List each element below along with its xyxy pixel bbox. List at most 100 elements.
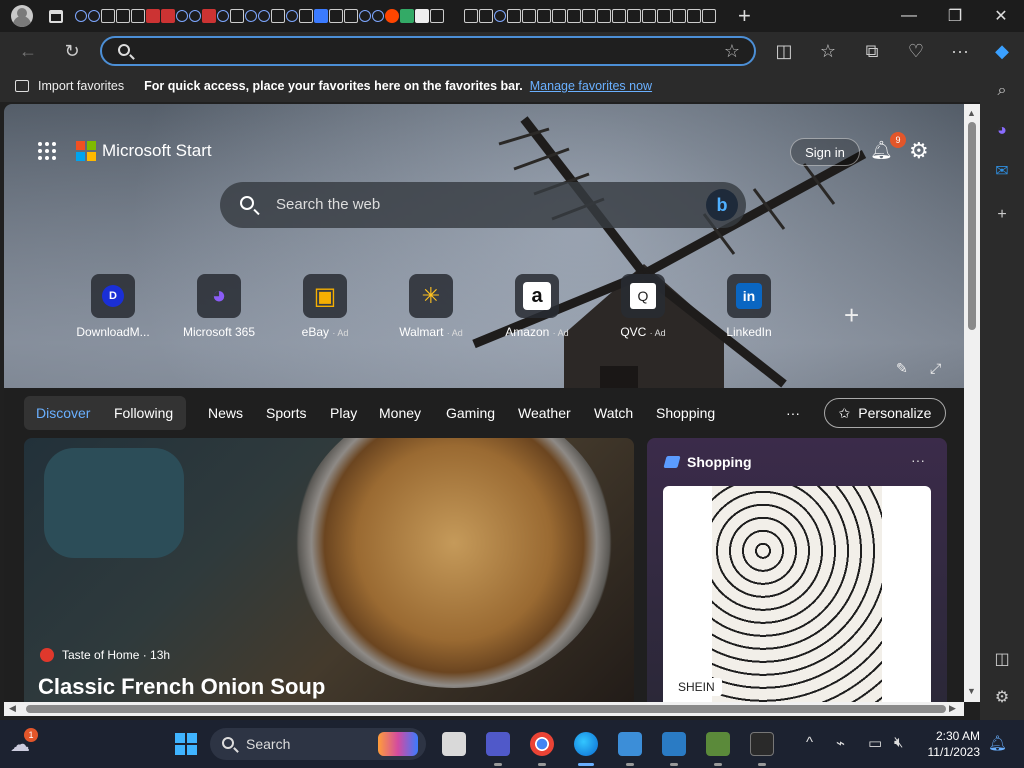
quick-link-qvc[interactable]: Q QVC · Ad bbox=[598, 274, 688, 339]
tab-favicon[interactable] bbox=[131, 9, 145, 23]
vertical-scrollbar[interactable]: ▲ ▼ bbox=[964, 104, 980, 702]
tab-favicon[interactable] bbox=[271, 9, 285, 23]
quick-link-linkedin[interactable]: in LinkedIn bbox=[704, 274, 794, 339]
restore-icon[interactable]: ❐ bbox=[932, 0, 978, 32]
epic-games-icon[interactable] bbox=[750, 732, 774, 756]
favorites-icon[interactable]: ☆ bbox=[814, 38, 842, 64]
sidebar-add-icon[interactable]: + bbox=[991, 204, 1013, 226]
teams-icon[interactable] bbox=[486, 732, 510, 756]
tab-favicon[interactable] bbox=[552, 9, 566, 23]
tab-favicon[interactable] bbox=[161, 9, 175, 23]
tab-favicon[interactable] bbox=[687, 9, 701, 23]
settings-gear-icon[interactable]: ⚙ bbox=[909, 138, 929, 164]
vertical-scroll-thumb[interactable] bbox=[968, 122, 976, 330]
tab-favicon[interactable] bbox=[642, 9, 656, 23]
tab-favicon[interactable] bbox=[230, 9, 244, 23]
tab-favicon[interactable] bbox=[522, 9, 536, 23]
minimize-icon[interactable]: — bbox=[886, 0, 932, 32]
quick-link-ebay[interactable]: ▣ eBay · Ad bbox=[280, 274, 370, 339]
apps-grid-icon[interactable] bbox=[38, 142, 56, 160]
tab-favicon[interactable] bbox=[245, 10, 257, 22]
edge-icon[interactable] bbox=[574, 732, 598, 756]
close-icon[interactable]: ✕ bbox=[978, 0, 1024, 32]
tab-favicon[interactable] bbox=[537, 9, 551, 23]
copilot-icon[interactable]: ◆ bbox=[988, 38, 1016, 64]
tab-favicon[interactable] bbox=[116, 9, 130, 23]
tab-favicon[interactable] bbox=[430, 9, 444, 23]
tab-favicon[interactable] bbox=[582, 9, 596, 23]
horizontal-scroll-thumb[interactable] bbox=[26, 705, 946, 713]
minecraft-icon[interactable] bbox=[706, 732, 730, 756]
search-placeholder[interactable]: Search the web bbox=[276, 196, 380, 213]
tab-favicon[interactable] bbox=[657, 9, 671, 23]
tab-favicon[interactable] bbox=[359, 10, 371, 22]
display-icon[interactable]: ▭ bbox=[868, 734, 882, 752]
tab-play[interactable]: Play bbox=[330, 405, 357, 421]
tab-favicon[interactable] bbox=[217, 10, 229, 22]
sign-in-button[interactable]: Sign in bbox=[790, 138, 860, 166]
tab-favicon[interactable] bbox=[146, 9, 160, 23]
tab-favicon[interactable] bbox=[258, 10, 270, 22]
profile-avatar[interactable] bbox=[11, 5, 33, 27]
volume-mute-icon[interactable]: 🔇︎ bbox=[894, 734, 903, 751]
tab-discover[interactable]: Discover bbox=[36, 405, 90, 421]
tab-favicon[interactable] bbox=[494, 10, 506, 22]
tab-favicon[interactable] bbox=[314, 9, 328, 23]
tab-favicon[interactable] bbox=[400, 9, 414, 23]
tab-favicon[interactable] bbox=[612, 9, 626, 23]
sidebar-toggle-icon[interactable]: ◫ bbox=[991, 648, 1013, 670]
tab-favicon[interactable] bbox=[344, 9, 358, 23]
tab-favicon[interactable] bbox=[479, 9, 493, 23]
feed-more-button[interactable]: ··· bbox=[786, 405, 800, 421]
import-favorites-button[interactable]: Import favorites bbox=[38, 79, 124, 93]
expand-icon[interactable]: ⤢ bbox=[930, 360, 941, 377]
web-search-box[interactable]: Search the web b bbox=[220, 182, 746, 228]
tab-favicon[interactable] bbox=[415, 9, 429, 23]
sidebar-settings-icon[interactable]: ⚙ bbox=[991, 686, 1013, 708]
tab-money[interactable]: Money bbox=[379, 405, 421, 421]
sidebar-m365-icon[interactable]: ◕ bbox=[991, 120, 1013, 142]
start-windows-icon[interactable] bbox=[174, 732, 198, 756]
tab-favicon[interactable] bbox=[75, 10, 87, 22]
scroll-left-arrow-icon[interactable]: ◀ bbox=[9, 703, 16, 714]
tab-favicon[interactable] bbox=[101, 9, 115, 23]
tab-favicon[interactable] bbox=[189, 10, 201, 22]
tab-favicon[interactable] bbox=[385, 9, 399, 23]
tab-favicon[interactable] bbox=[567, 9, 581, 23]
notifications-bell-icon[interactable]: 🔔︎ bbox=[870, 140, 893, 162]
story-card[interactable]: Taste of Home · 13h Classic French Onion… bbox=[24, 438, 634, 702]
shopping-more-button[interactable]: ··· bbox=[911, 452, 925, 468]
tab-favicon[interactable] bbox=[372, 10, 384, 22]
taskbar-clock[interactable]: 2:30 AM 11/1/2023 bbox=[924, 728, 981, 760]
refresh-icon[interactable]: ↻ bbox=[58, 38, 86, 64]
tab-weather[interactable]: Weather bbox=[518, 405, 571, 421]
tab-watch[interactable]: Watch bbox=[594, 405, 633, 421]
add-quick-link-plus-icon[interactable]: + bbox=[844, 300, 859, 331]
scroll-down-arrow-icon[interactable]: ▼ bbox=[967, 686, 976, 696]
browser-essentials-icon[interactable]: ♡ bbox=[902, 38, 930, 64]
address-bar[interactable]: ☆ bbox=[100, 36, 756, 66]
sidebar-outlook-icon[interactable]: ✉ bbox=[991, 160, 1013, 182]
split-screen-icon[interactable]: ◫ bbox=[770, 38, 798, 64]
tab-actions-icon[interactable] bbox=[49, 9, 63, 23]
horizontal-scrollbar[interactable]: ◀ ▶ bbox=[4, 702, 964, 716]
personalize-button[interactable]: ✩ Personalize bbox=[824, 398, 946, 428]
scroll-up-arrow-icon[interactable]: ▲ bbox=[967, 108, 976, 118]
quick-link-walmart[interactable]: ✳ Walmart · Ad bbox=[386, 274, 476, 339]
tab-favicon[interactable] bbox=[672, 9, 686, 23]
chrome-icon[interactable] bbox=[530, 732, 554, 756]
tab-sports[interactable]: Sports bbox=[266, 405, 306, 421]
shopping-product-card[interactable]: SHEIN bbox=[663, 486, 931, 702]
notification-bell-icon[interactable]: 🔔︎ bbox=[988, 734, 1007, 752]
tab-favicon[interactable] bbox=[299, 9, 313, 23]
tab-gaming[interactable]: Gaming bbox=[446, 405, 495, 421]
tab-shopping[interactable]: Shopping bbox=[656, 405, 715, 421]
quick-link-amazon[interactable]: a Amazon · Ad bbox=[492, 274, 582, 339]
task-view-icon[interactable] bbox=[442, 732, 466, 756]
edit-background-icon[interactable]: ✎ bbox=[896, 360, 908, 377]
tab-favicon[interactable] bbox=[202, 9, 216, 23]
tab-favicon[interactable] bbox=[88, 10, 100, 22]
manage-favorites-link[interactable]: Manage favorites now bbox=[530, 79, 652, 93]
tab-favicon[interactable] bbox=[464, 9, 478, 23]
back-arrow-icon[interactable]: ← bbox=[14, 38, 42, 64]
